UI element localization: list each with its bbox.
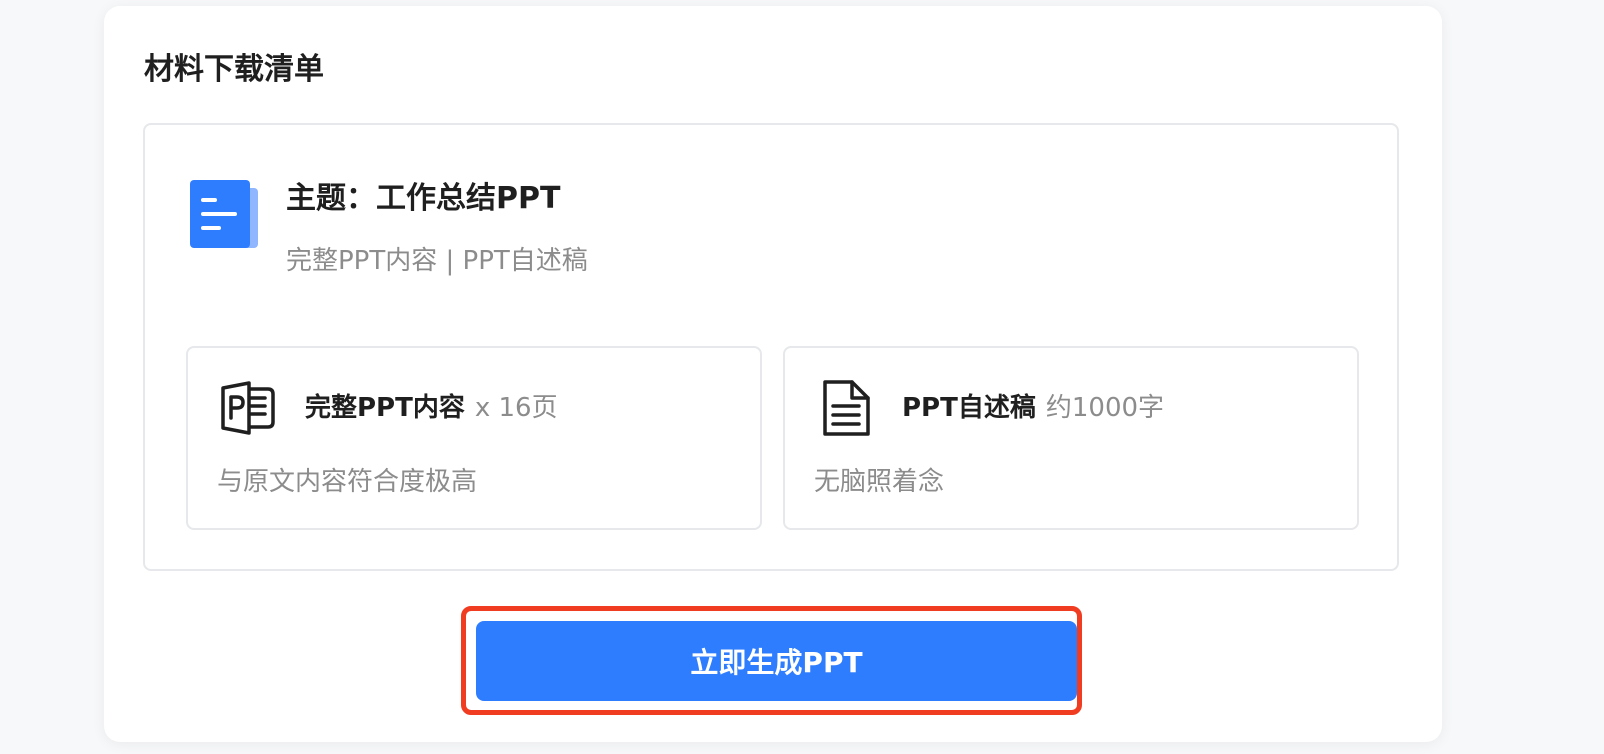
- item-heading: 完整PPT内容 x 16页: [305, 388, 558, 431]
- item-heading: PPT自述稿 约1000字: [902, 388, 1164, 431]
- item-name: 完整PPT内容: [305, 393, 465, 423]
- ppt-file-icon: [221, 381, 275, 435]
- item-card-ppt-content: 完整PPT内容 x 16页 与原文内容符合度极高: [186, 346, 762, 530]
- material-download-card: 材料下载清单 主题：工作总结PPT 完整PPT内容 | PPT自述稿 完整PPT…: [104, 6, 1442, 742]
- item-quantity: x 16页: [474, 393, 558, 423]
- generate-ppt-button[interactable]: 立即生成PPT: [476, 621, 1077, 701]
- topic-description: 完整PPT内容 | PPT自述稿: [286, 246, 588, 276]
- item-description: 无脑照着念: [814, 467, 945, 497]
- item-quantity: 约1000字: [1045, 393, 1165, 423]
- topic-title: 主题：工作总结PPT: [286, 181, 561, 216]
- text-document-icon: [823, 380, 870, 436]
- document-icon: [190, 180, 258, 248]
- item-card-ppt-script: PPT自述稿 约1000字 无脑照着念: [783, 346, 1359, 530]
- material-list-box: 主题：工作总结PPT 完整PPT内容 | PPT自述稿 完整PPT内容 x 16页…: [143, 123, 1399, 571]
- item-name: PPT自述稿: [902, 393, 1036, 423]
- card-title: 材料下载清单: [144, 52, 324, 87]
- item-description: 与原文内容符合度极高: [217, 467, 478, 497]
